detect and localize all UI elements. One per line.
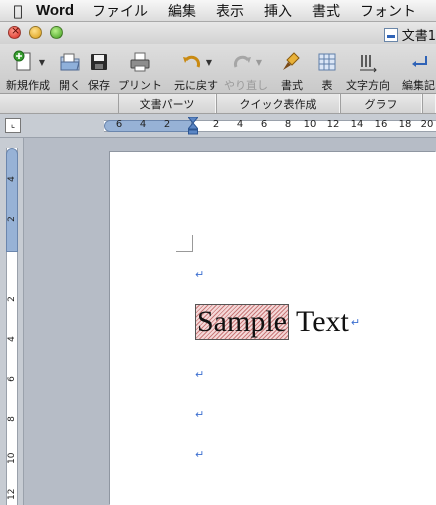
indent-marker-icon[interactable] [188, 117, 198, 135]
apple-icon[interactable]:  [0, 2, 36, 20]
undo-dropdown-icon[interactable]: ▼ [206, 58, 212, 67]
menu-font[interactable]: フォント [360, 1, 416, 21]
table-grid-icon [318, 53, 336, 71]
open-button[interactable]: 開く [58, 49, 82, 93]
table-button[interactable]: 表 [316, 49, 338, 93]
vertical-ruler[interactable]: 4 2 2 4 6 8 10 12 [0, 138, 24, 505]
edit-marks-icon [411, 56, 427, 67]
menu-app-word[interactable]: Word [36, 2, 74, 19]
format-label: 書式 [281, 79, 303, 92]
selected-text[interactable]: Sample [195, 304, 289, 340]
menu-edit[interactable]: 編集 [168, 1, 196, 21]
undo-button[interactable]: ▼ 元に戻す [174, 49, 218, 93]
ruler-number: 12 [326, 119, 340, 130]
paragraph-mark: ↵ [195, 408, 205, 421]
ruler-number: 4 [139, 119, 147, 130]
tab-chart[interactable]: グラフ [340, 94, 422, 113]
undo-label: 元に戻す [174, 79, 218, 92]
ruler-number: 4 [236, 119, 244, 130]
minimize-window-button[interactable] [29, 26, 42, 39]
tab-stop-selector-icon[interactable]: ⌞ [5, 118, 21, 133]
open-folder-icon [60, 53, 80, 71]
elements-gallery: 文書パーツ クイック表作成 グラフ [0, 94, 436, 114]
text-direction-icon [360, 55, 377, 73]
ruler-number: 18 [398, 119, 412, 130]
title-bar: 文書1 [0, 22, 436, 44]
printer-icon [130, 52, 150, 72]
vertical-ruler-number: 8 [7, 416, 17, 422]
menu-bar:  Word ファイル 編集 表示 挿入 書式 フォント [0, 0, 436, 22]
vertical-ruler-number: 4 [7, 336, 17, 342]
tab-document-parts[interactable]: 文書パーツ [118, 94, 216, 113]
document-title-text: 文書1 [401, 29, 436, 44]
zoom-window-button[interactable] [50, 26, 63, 39]
close-window-button[interactable] [8, 24, 21, 39]
ruler-number: 10 [303, 119, 317, 130]
redo-arrow-icon [233, 55, 251, 68]
vertical-ruler-number: 2 [7, 216, 17, 222]
text-direction-label: 文字方向 [346, 79, 390, 92]
undo-arrow-icon [182, 55, 200, 68]
menu-insert[interactable]: 挿入 [264, 1, 292, 21]
paragraph-mark: ↵ [195, 268, 205, 281]
body-text[interactable]: Text [289, 305, 349, 339]
word-window:  Word ファイル 編集 表示 挿入 書式 フォント 文書1 ▼ [0, 0, 436, 505]
paragraph-mark: ↵ [195, 448, 205, 461]
new-document-button[interactable]: ▼ 新規作成 [6, 49, 50, 93]
margin-crop-mark [176, 235, 193, 252]
edit-marks-button[interactable]: 編集記 [402, 49, 435, 93]
vertical-ruler-number: 2 [7, 296, 17, 302]
save-disk-icon [91, 54, 107, 70]
tab-quick-table[interactable]: クイック表作成 [216, 94, 340, 113]
save-label: 保存 [88, 79, 110, 92]
ruler-number: 6 [115, 119, 123, 130]
vertical-ruler-number: 12 [7, 488, 17, 500]
tab-overflow[interactable] [422, 94, 436, 113]
ruler-number: 6 [260, 119, 268, 130]
text-line[interactable]: Sample Text ↵ [195, 302, 360, 342]
print-button[interactable]: プリント [118, 49, 162, 93]
ruler-number: 8 [284, 119, 292, 130]
ruler-number: 16 [374, 119, 388, 130]
new-document-dropdown-icon[interactable]: ▼ [39, 58, 45, 67]
document-title: 文書1 [383, 25, 436, 44]
format-painter-button[interactable]: 書式 [280, 49, 304, 93]
save-button[interactable]: 保存 [88, 49, 110, 93]
document-icon [383, 27, 398, 42]
print-label: プリント [118, 79, 162, 92]
open-label: 開く [59, 79, 81, 92]
paragraph-mark: ↵ [195, 368, 205, 381]
ruler-number: 14 [350, 119, 364, 130]
new-document-icon [13, 50, 31, 71]
format-brush-icon [283, 52, 300, 70]
menu-format[interactable]: 書式 [312, 1, 340, 21]
horizontal-ruler[interactable]: ⌞ 6 4 2 2 4 6 8 10 12 14 16 18 20 [0, 114, 436, 138]
redo-dropdown-icon[interactable]: ▼ [256, 58, 262, 67]
standard-toolbar: ▼ 新規作成 開く 保存 プリント ▼ 元に戻す ▼ やり直し 書式 表 文字方… [0, 44, 436, 94]
menu-file[interactable]: ファイル [92, 1, 148, 21]
redo-label: やり直し [224, 79, 268, 92]
ruler-number: 2 [163, 119, 171, 130]
ruler-number: 20 [420, 119, 434, 130]
new-document-label: 新規作成 [6, 79, 50, 92]
vertical-ruler-number: 4 [7, 176, 17, 182]
redo-button[interactable]: ▼ やり直し [224, 49, 268, 93]
table-label: 表 [321, 79, 333, 92]
vertical-ruler-number: 10 [7, 452, 17, 464]
menu-view[interactable]: 表示 [216, 1, 244, 21]
vertical-ruler-number: 6 [7, 376, 17, 382]
edit-marks-label: 編集記 [402, 79, 435, 92]
text-direction-button[interactable]: 文字方向 [346, 49, 390, 93]
vertical-ruler-top-margin[interactable] [6, 148, 18, 252]
ruler-number: 2 [212, 119, 220, 130]
paragraph-mark: ↵ [350, 315, 361, 329]
